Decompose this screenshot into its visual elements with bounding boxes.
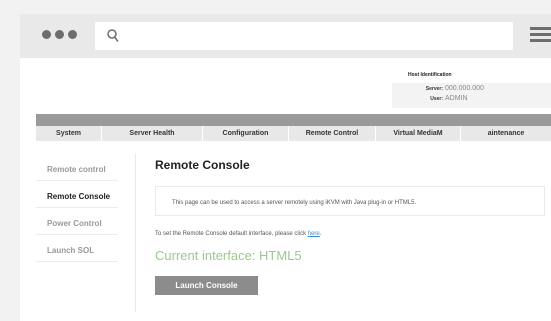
current-interface: Current interface: HTML5: [155, 248, 302, 263]
nav-virtual-media[interactable]: Virtual MediaM: [376, 126, 461, 141]
sidebar: Remote control Remote Console Power Cont…: [36, 154, 136, 262]
window-dots-icon[interactable]: [42, 30, 77, 39]
menu-icon[interactable]: [530, 27, 551, 45]
launch-console-button[interactable]: Launch Console: [155, 276, 258, 295]
nav-maintenance[interactable]: aintenance: [461, 126, 551, 141]
address-bar[interactable]: [95, 22, 513, 50]
sidebar-item-remote-console[interactable]: Remote Console: [36, 181, 118, 208]
nav-server-health[interactable]: Server Health: [102, 126, 203, 141]
host-identification-box: Server: 000.000.000 User: ADMIN: [392, 83, 551, 108]
main-navbar: System Server Health Configuration Remot…: [36, 126, 551, 141]
search-icon[interactable]: [107, 29, 119, 43]
note-suffix: .: [319, 231, 322, 237]
sidebar-item-remote-control[interactable]: Remote control: [36, 154, 118, 181]
header-band: [36, 114, 551, 126]
menu-icon-bar: [530, 27, 551, 30]
sidebar-divider: [135, 154, 136, 312]
browser-toolbar: [20, 14, 551, 58]
server-label: Server:: [425, 86, 443, 92]
note-prefix: To set the Remote Console default interf…: [155, 231, 308, 237]
nav-configuration[interactable]: Configuration: [203, 126, 289, 141]
sidebar-item-power-control[interactable]: Power Control: [36, 208, 118, 235]
description-box: This page can be used to access a server…: [155, 186, 545, 216]
window-dot: [68, 30, 77, 39]
description-text: This page can be used to access a server…: [172, 200, 417, 206]
user-value: ADMIN: [445, 95, 468, 102]
here-link[interactable]: here: [308, 231, 320, 237]
host-identification-title: Host Identification: [408, 72, 452, 78]
nav-system[interactable]: System: [36, 126, 102, 141]
page-title: Remote Console: [155, 158, 250, 172]
window-dot: [55, 30, 64, 39]
host-identification: Host Identification Server: 000.000.000 …: [392, 72, 551, 108]
main-content: Remote Console This page can be used to …: [155, 158, 551, 295]
server-value: 000.000.000: [445, 85, 484, 92]
nav-remote-control[interactable]: Remote Control: [289, 126, 376, 141]
default-interface-note: To set the Remote Console default interf…: [155, 231, 321, 237]
window-dot: [42, 30, 51, 39]
user-label: User:: [430, 96, 443, 102]
sidebar-item-launch-sol[interactable]: Launch SOL: [36, 235, 118, 262]
menu-icon-bar: [530, 39, 551, 42]
menu-icon-bar: [530, 33, 551, 36]
bmc-page: Host Identification Server: 000.000.000 …: [20, 58, 551, 321]
